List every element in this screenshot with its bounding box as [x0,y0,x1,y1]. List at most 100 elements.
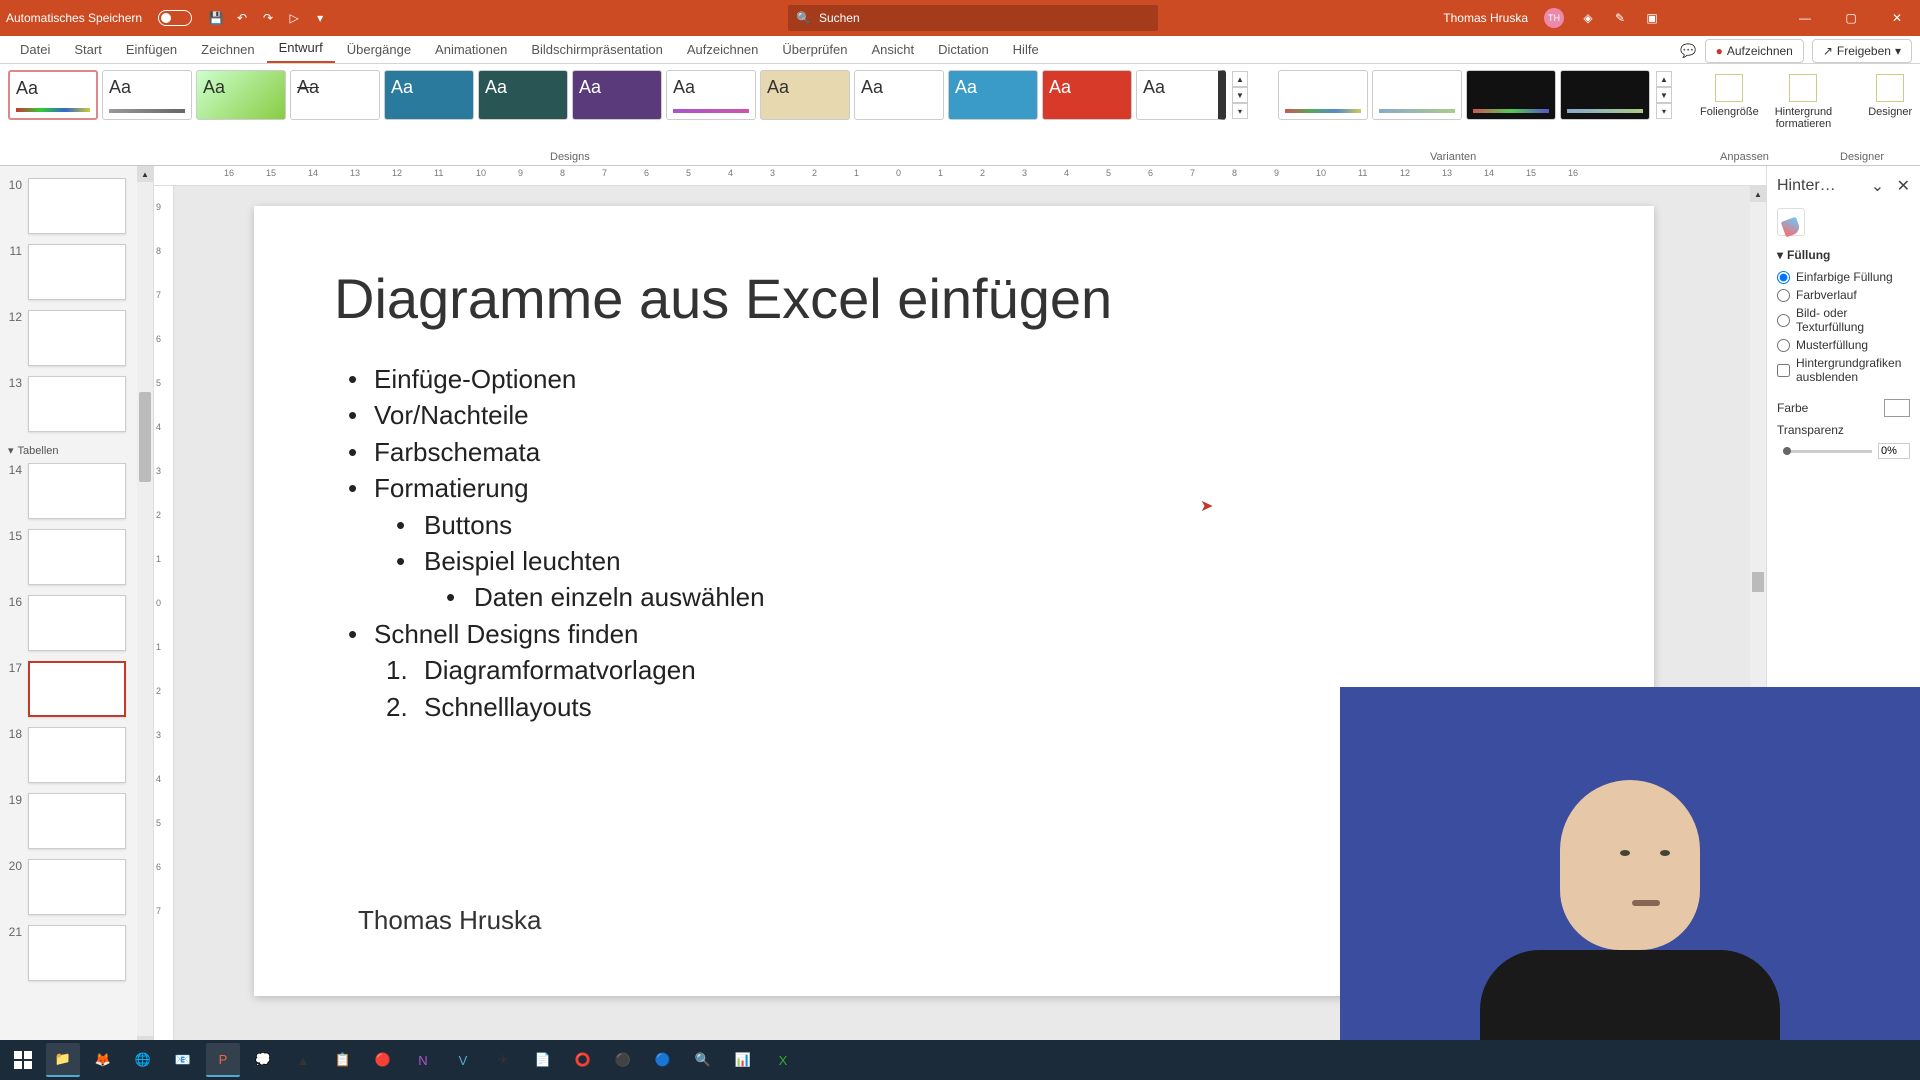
onenote-icon[interactable]: N [406,1043,440,1077]
pane-options-icon[interactable]: ⌄ [1871,178,1884,195]
fill-picture-option[interactable]: Bild- oder Texturfüllung [1777,304,1910,336]
slide-size-button[interactable]: Foliengröße [1692,70,1767,122]
user-avatar[interactable]: TH [1544,8,1564,28]
designer-button[interactable]: Designer [1860,70,1920,122]
tab-einfügen[interactable]: Einfügen [114,36,189,63]
fill-section-toggle[interactable]: ▾Füllung [1777,248,1910,262]
start-button[interactable] [6,1043,40,1077]
close-button[interactable]: ✕ [1874,0,1920,36]
tab-entwurf[interactable]: Entwurf [267,34,335,63]
search-box[interactable]: 🔍 Suchen [788,5,1158,31]
thumbs-scroll-up-icon[interactable]: ▲ [137,166,153,182]
variant-up-icon[interactable]: ▲ [1656,71,1672,87]
variant-down-icon[interactable]: ▼ [1656,87,1672,103]
design-theme-8[interactable]: Aa [666,70,756,120]
excel-icon[interactable]: X [766,1043,800,1077]
app-icon-7[interactable]: 🔍 [686,1043,720,1077]
diamond-icon[interactable]: ◈ [1580,10,1596,26]
comments-icon[interactable]: 💬 [1680,43,1696,59]
tab-überprüfen[interactable]: Überprüfen [770,36,859,63]
record-button[interactable]: ●Aufzeichnen [1705,39,1804,63]
telegram-icon[interactable]: ✈ [486,1043,520,1077]
fill-bucket-icon[interactable] [1777,208,1805,236]
tab-animationen[interactable]: Animationen [423,36,519,63]
app-icon-3[interactable]: 🔴 [366,1043,400,1077]
tab-dictation[interactable]: Dictation [926,36,1001,63]
maximize-button[interactable]: ▢ [1828,0,1874,36]
design-theme-10[interactable]: Aa [854,70,944,120]
slide-thumb-11[interactable]: 11 [4,244,133,300]
window-layout-icon[interactable]: ▣ [1644,10,1660,26]
from-beginning-icon[interactable]: ▷ [286,10,302,26]
app-icon-6[interactable]: 🔵 [646,1043,680,1077]
app-icon-1[interactable]: 💭 [246,1043,280,1077]
design-theme-5[interactable]: Aa [384,70,474,120]
slide-thumb-18[interactable]: 18 [4,727,133,783]
firefox-icon[interactable]: 🦊 [86,1043,120,1077]
obs-icon[interactable]: ⭕ [566,1043,600,1077]
share-button[interactable]: ↗Freigeben▾ [1812,39,1912,63]
design-theme-11[interactable]: Aa [948,70,1038,120]
hide-bg-graphics-option[interactable]: Hintergrundgrafiken ausblenden [1777,354,1910,386]
design-theme-9[interactable]: Aa [760,70,850,120]
slide-thumb-20[interactable]: 20 [4,859,133,915]
variant-3[interactable] [1466,70,1556,120]
design-theme-7[interactable]: Aa [572,70,662,120]
variant-more-icon[interactable]: ▾ [1656,103,1672,119]
slide-thumb-12[interactable]: 12 [4,310,133,366]
undo-icon[interactable]: ↶ [234,10,250,26]
app-icon-5[interactable]: ⚫ [606,1043,640,1077]
app-icon-4[interactable]: 📄 [526,1043,560,1077]
save-icon[interactable]: 💾 [208,10,224,26]
variant-4[interactable] [1560,70,1650,120]
tab-start[interactable]: Start [62,36,113,63]
app-icon-2[interactable]: 📋 [326,1043,360,1077]
variant-2[interactable] [1372,70,1462,120]
design-theme-2[interactable]: Aa [102,70,192,120]
minimize-button[interactable]: — [1782,0,1828,36]
chrome-icon[interactable]: 🌐 [126,1043,160,1077]
design-theme-12[interactable]: Aa [1042,70,1132,120]
slide-thumb-15[interactable]: 15 [4,529,133,585]
canvas-scroll-up-icon[interactable]: ▲ [1750,186,1766,202]
slide-thumb-14[interactable]: 14 [4,463,133,519]
gallery-down-icon[interactable]: ▼ [1232,87,1248,103]
fill-pattern-option[interactable]: Musterfüllung [1777,336,1910,354]
design-theme-3[interactable]: Aa [196,70,286,120]
design-theme-6[interactable]: Aa [478,70,568,120]
tab-ansicht[interactable]: Ansicht [859,36,926,63]
slide-thumb-13[interactable]: 13 [4,376,133,432]
gallery-up-icon[interactable]: ▲ [1232,71,1248,87]
design-theme-13[interactable]: Aa [1136,70,1226,120]
transparency-slider[interactable] [1783,450,1872,453]
tab-bildschirmpräsentation[interactable]: Bildschirmpräsentation [519,36,675,63]
slide-thumb-16[interactable]: 16 [4,595,133,651]
color-picker-button[interactable] [1884,399,1910,417]
transparency-input[interactable] [1878,443,1910,459]
pane-close-icon[interactable]: ✕ [1897,178,1910,195]
slide-thumb-10[interactable]: 10 [4,178,133,234]
autosave-toggle[interactable] [158,10,192,26]
user-name[interactable]: Thomas Hruska [1443,11,1528,25]
vlc-icon[interactable]: ▲ [286,1043,320,1077]
pen-icon[interactable]: ✎ [1612,10,1628,26]
format-background-button[interactable]: Hintergrund formatieren [1767,70,1840,134]
file-explorer-icon[interactable]: 📁 [46,1043,80,1077]
fill-gradient-option[interactable]: Farbverlauf [1777,286,1910,304]
thumbs-scrollbar[interactable] [137,182,153,1036]
fill-solid-option[interactable]: Einfarbige Füllung [1777,268,1910,286]
slide-thumb-21[interactable]: 21 [4,925,133,981]
tab-übergänge[interactable]: Übergänge [335,36,423,63]
visio-icon[interactable]: V [446,1043,480,1077]
slide-thumb-17[interactable]: 17 [4,661,133,717]
design-theme-4[interactable]: Aa [290,70,380,120]
tab-aufzeichnen[interactable]: Aufzeichnen [675,36,771,63]
slide-thumb-19[interactable]: 19 [4,793,133,849]
variant-1[interactable] [1278,70,1368,120]
design-theme-1[interactable]: Aa [8,70,98,120]
tab-zeichnen[interactable]: Zeichnen [189,36,266,63]
redo-icon[interactable]: ↷ [260,10,276,26]
app-icon-8[interactable]: 📊 [726,1043,760,1077]
tab-datei[interactable]: Datei [8,36,62,63]
qat-more-icon[interactable]: ▾ [312,10,328,26]
